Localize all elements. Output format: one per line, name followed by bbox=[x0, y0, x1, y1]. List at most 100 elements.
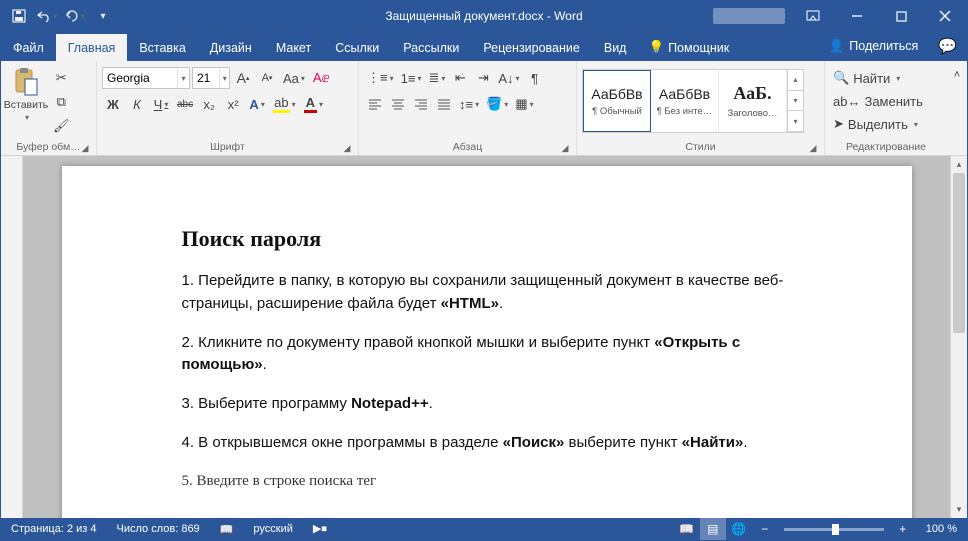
view-read-mode[interactable]: 📖 bbox=[674, 518, 700, 540]
borders-button[interactable]: ▦ bbox=[512, 93, 536, 115]
share-button[interactable]: 👤 Поделиться bbox=[819, 33, 929, 60]
vertical-scrollbar[interactable]: ▴ ▾ bbox=[950, 156, 967, 518]
select-button[interactable]: ➤Выделить bbox=[830, 113, 942, 135]
tab-insert[interactable]: Вставка bbox=[127, 34, 197, 61]
tab-mailings[interactable]: Рассылки bbox=[391, 34, 471, 61]
justify-button[interactable] bbox=[433, 93, 455, 115]
font-family-input[interactable] bbox=[103, 68, 177, 88]
tab-layout[interactable]: Макет bbox=[264, 34, 323, 61]
scroll-down-icon[interactable]: ▾ bbox=[951, 501, 967, 518]
multilevel-list-button[interactable]: ≣ bbox=[425, 67, 448, 89]
zoom-slider-thumb[interactable] bbox=[832, 524, 839, 535]
gallery-more-icon[interactable]: ▾ bbox=[787, 111, 803, 132]
status-language[interactable]: русский bbox=[243, 518, 302, 540]
scroll-track[interactable] bbox=[951, 173, 967, 501]
save-icon[interactable] bbox=[7, 4, 31, 28]
tab-home[interactable]: Главная bbox=[56, 34, 128, 61]
strikethrough-button[interactable]: abc bbox=[174, 93, 196, 115]
doc-paragraph-3[interactable]: 3. Выберите программу Notepad++. bbox=[182, 393, 792, 416]
italic-button[interactable]: К bbox=[126, 93, 148, 115]
highlight-color-button[interactable]: ab bbox=[270, 93, 298, 115]
status-word-count[interactable]: Число слов: 869 bbox=[107, 518, 210, 540]
shrink-font-button[interactable]: A▾ bbox=[256, 67, 278, 89]
zoom-in-button[interactable]: + bbox=[890, 518, 916, 540]
line-spacing-button[interactable]: ↕≡ bbox=[456, 93, 482, 115]
increase-indent-button[interactable]: ⇥ bbox=[472, 67, 494, 89]
zoom-slider[interactable] bbox=[784, 528, 884, 531]
scroll-thumb[interactable] bbox=[953, 173, 965, 333]
style-normal[interactable]: АаБбВв ¶ Обычный bbox=[583, 70, 651, 132]
decrease-indent-button[interactable]: ⇤ bbox=[449, 67, 471, 89]
align-left-button[interactable] bbox=[364, 93, 386, 115]
styles-dialog-launcher[interactable]: ◢ bbox=[807, 142, 819, 154]
tab-references[interactable]: Ссылки bbox=[323, 34, 391, 61]
bullets-button[interactable]: ⋮≡ bbox=[364, 67, 397, 89]
align-center-button[interactable] bbox=[387, 93, 409, 115]
cut-button[interactable]: ✂ bbox=[50, 67, 73, 89]
clipboard-dialog-launcher[interactable]: ◢ bbox=[79, 142, 91, 154]
superscript-button[interactable]: x² bbox=[222, 93, 244, 115]
font-size-combo[interactable]: ▾ bbox=[192, 67, 230, 89]
chevron-down-icon[interactable]: ▾ bbox=[177, 68, 189, 88]
numbering-button[interactable]: 1≡ bbox=[398, 67, 425, 89]
minimize-button[interactable] bbox=[835, 1, 879, 31]
document-page[interactable]: Поиск пароля 1. Перейдите в папку, в кот… bbox=[62, 166, 912, 518]
view-web-layout[interactable]: 🌐 bbox=[726, 518, 752, 540]
paragraph-dialog-launcher[interactable]: ◢ bbox=[559, 142, 571, 154]
show-marks-button[interactable]: ¶ bbox=[524, 67, 546, 89]
doc-heading[interactable]: Поиск пароля bbox=[182, 226, 792, 252]
gallery-up-icon[interactable]: ▴ bbox=[787, 70, 803, 91]
format-painter-button[interactable]: 🖌 bbox=[50, 115, 73, 137]
group-label-styles: Стили bbox=[685, 141, 715, 153]
view-print-layout[interactable]: ▤ bbox=[700, 518, 726, 540]
doc-paragraph-1[interactable]: 1. Перейдите в папку, в которую вы сохра… bbox=[182, 270, 792, 316]
copy-button[interactable]: ⧉ bbox=[50, 91, 73, 113]
text-effects-button[interactable]: A bbox=[246, 93, 268, 115]
redo-icon[interactable] bbox=[63, 4, 87, 28]
bold-button[interactable]: Ж bbox=[102, 93, 124, 115]
style-no-spacing[interactable]: АаБбВв ¶ Без инте… bbox=[651, 70, 719, 132]
status-spellcheck[interactable]: 📖 bbox=[210, 518, 244, 540]
tab-view[interactable]: Вид bbox=[592, 34, 639, 61]
paste-button[interactable]: Вставить bbox=[4, 63, 48, 126]
maximize-button[interactable] bbox=[879, 1, 923, 31]
font-color-button[interactable]: A bbox=[301, 93, 326, 115]
gallery-down-icon[interactable]: ▾ bbox=[787, 91, 803, 112]
underline-button[interactable]: Ч bbox=[150, 93, 172, 115]
shading-button[interactable]: 🪣 bbox=[483, 93, 511, 115]
change-case-button[interactable]: Aa bbox=[280, 67, 308, 89]
font-size-input[interactable] bbox=[193, 68, 219, 88]
font-dialog-launcher[interactable]: ◢ bbox=[341, 142, 353, 154]
doc-paragraph-5[interactable]: 5. Введите в строке поиска тег bbox=[182, 471, 792, 493]
status-page[interactable]: Страница: 2 из 4 bbox=[1, 518, 107, 540]
font-family-combo[interactable]: ▾ bbox=[102, 67, 190, 89]
doc-paragraph-4[interactable]: 4. В открывшемся окне программы в раздел… bbox=[182, 432, 792, 455]
comments-toggle-icon[interactable]: 💬 bbox=[928, 31, 967, 61]
tab-file[interactable]: Файл bbox=[1, 34, 56, 61]
replace-button[interactable]: ab↔Заменить bbox=[830, 90, 942, 112]
clear-formatting-button[interactable]: Aⅇ bbox=[310, 67, 333, 89]
ribbon-display-options-icon[interactable] bbox=[791, 1, 835, 31]
chevron-down-icon[interactable]: ▾ bbox=[219, 68, 229, 88]
collapse-ribbon-button[interactable]: ˄ bbox=[948, 65, 966, 85]
find-button[interactable]: 🔍Найти bbox=[830, 67, 942, 89]
subscript-button[interactable]: x₂ bbox=[198, 93, 220, 115]
doc-paragraph-2[interactable]: 2. Кликните по документу правой кнопкой … bbox=[182, 332, 792, 378]
style-heading1[interactable]: АаБ. Заголово… bbox=[719, 70, 787, 132]
sort-button[interactable]: A↓ bbox=[495, 67, 522, 89]
undo-icon[interactable] bbox=[35, 4, 59, 28]
zoom-level[interactable]: 100 % bbox=[916, 523, 967, 535]
status-macro[interactable]: ▶⏹ bbox=[303, 518, 337, 540]
page-viewport[interactable]: Поиск пароля 1. Перейдите в папку, в кот… bbox=[23, 156, 950, 518]
tab-design[interactable]: Дизайн bbox=[198, 34, 264, 61]
grow-font-button[interactable]: A▴ bbox=[232, 67, 254, 89]
scroll-up-icon[interactable]: ▴ bbox=[951, 156, 967, 173]
tab-review[interactable]: Рецензирование bbox=[471, 34, 592, 61]
tell-me-search[interactable]: 💡 Помощник bbox=[638, 34, 739, 61]
qat-customize-icon[interactable]: ▾ bbox=[91, 4, 115, 28]
close-button[interactable] bbox=[923, 1, 967, 31]
vertical-ruler[interactable] bbox=[1, 156, 23, 518]
zoom-out-button[interactable]: − bbox=[752, 518, 778, 540]
styles-gallery[interactable]: АаБбВв ¶ Обычный АаБбВв ¶ Без инте… АаБ.… bbox=[582, 69, 804, 133]
align-right-button[interactable] bbox=[410, 93, 432, 115]
